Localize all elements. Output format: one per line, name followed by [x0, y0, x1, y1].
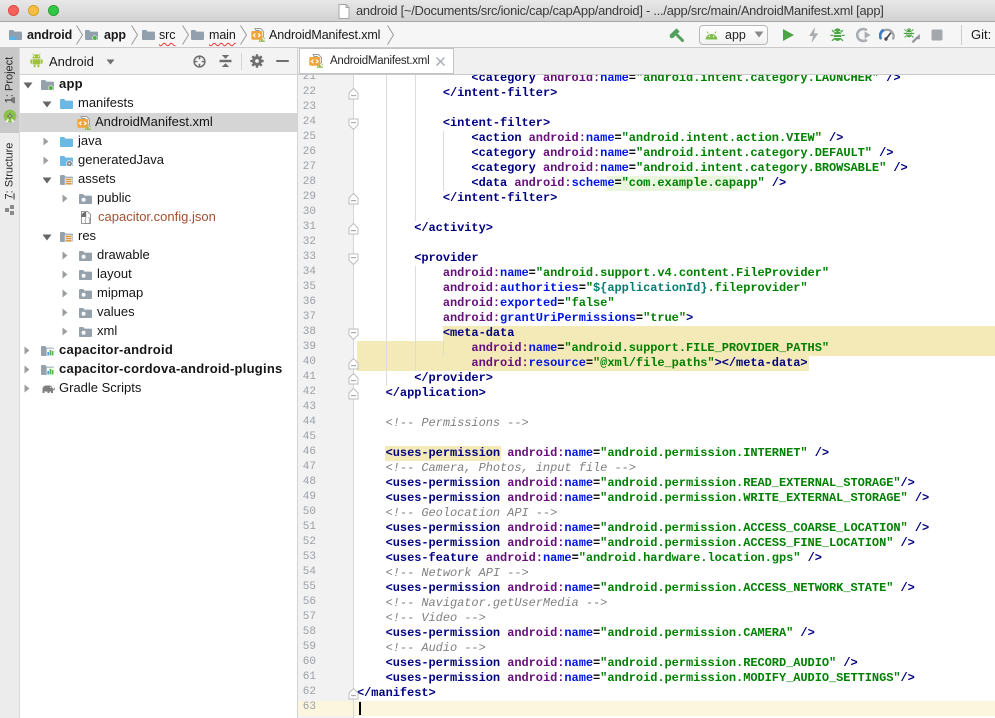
svg-text:{}: {}: [84, 217, 92, 224]
